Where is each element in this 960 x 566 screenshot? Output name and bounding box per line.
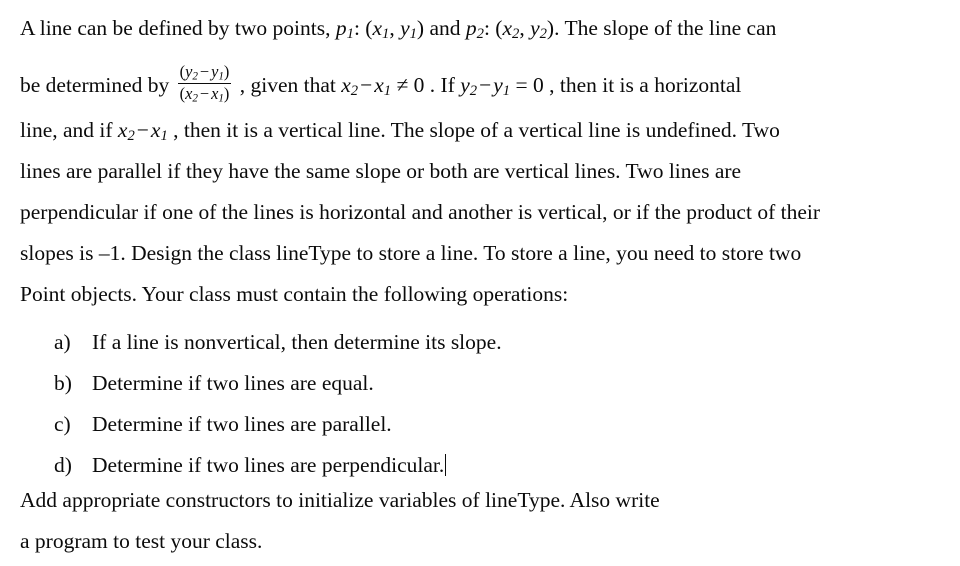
minus-operator: − — [136, 118, 149, 142]
closing-line-2: a program to test your class. — [20, 529, 263, 553]
list-item-marker: d) — [54, 453, 72, 477]
math-p2: p2 — [465, 16, 484, 43]
text-run: : ( — [483, 16, 503, 40]
list-item: b) Determine if two lines are equal. — [0, 363, 930, 404]
text-run: , given that — [234, 72, 342, 97]
paragraph-line-7: Point objects. Your class must contain t… — [20, 282, 569, 306]
minus-operator: − — [479, 72, 492, 97]
math-x1: x1 — [374, 72, 392, 100]
text-run: be determined by — [20, 72, 175, 97]
text-run: ). The slope of the line can — [546, 16, 777, 40]
text-run: ) and — [416, 16, 466, 40]
paragraph-line-1: A line can be defined by two points, p1:… — [20, 16, 777, 43]
operations-list: a) If a line is nonvertical, then determ… — [0, 322, 930, 486]
list-item: d) Determine if two lines are perpendicu… — [0, 445, 930, 486]
text-cursor-caret — [445, 454, 447, 477]
text-run: , — [519, 16, 531, 40]
math-y1: y1 — [400, 16, 417, 43]
list-item-marker: a) — [54, 330, 71, 354]
math-y2: y2 — [530, 16, 547, 43]
minus-operator: − — [360, 72, 373, 97]
text-run: , then it is a vertical line. The slope … — [167, 118, 780, 142]
list-item: a) If a line is nonvertical, then determ… — [0, 322, 930, 363]
list-item-label: Determine if two lines are perpendicular… — [92, 445, 447, 486]
math-x1: x1 — [372, 16, 390, 43]
text-run: , — [389, 16, 401, 40]
list-item-label: Determine if two lines are parallel. — [92, 412, 392, 436]
text-run: line, and if — [20, 118, 118, 142]
list-item: c) Determine if two lines are parallel. — [0, 404, 930, 445]
list-item-marker: b) — [54, 371, 72, 395]
document-body: A line can be defined by two points, p1:… — [0, 0, 960, 566]
math-y1: y1 — [493, 72, 511, 100]
closing-line-1: Add appropriate constructors to initiali… — [20, 488, 660, 512]
math-x2: x2 — [117, 118, 135, 145]
list-item-label: Determine if two lines are equal. — [92, 371, 374, 395]
paragraph-line-6: slopes is –1. Design the class lineType … — [20, 241, 802, 265]
slope-fraction: (y2− y1) (x2− x1) — [177, 62, 232, 105]
paragraph-line-3: line, and if x2−x1 , then it is a vertic… — [20, 118, 780, 145]
text-run: ≠ 0 . If — [391, 72, 461, 97]
paragraph-line-2: be determined by (y2− y1) (x2− x1) , given … — [20, 62, 742, 106]
math-x2: x2 — [502, 16, 520, 43]
paragraph-line-4: lines are parallel if they have the same… — [20, 159, 742, 183]
paragraph-line-5: perpendicular if one of the lines is hor… — [20, 200, 821, 224]
math-p1: p1 — [335, 16, 354, 43]
fraction-denominator: (x2− x1) — [177, 83, 232, 105]
list-item-text: Determine if two lines are perpendicular… — [92, 453, 445, 477]
math-x1: x1 — [150, 118, 168, 145]
text-run: : ( — [353, 16, 373, 40]
list-item-label: If a line is nonvertical, then determine… — [92, 330, 502, 354]
fraction-numerator: (y2− y1) — [179, 62, 230, 83]
math-y2: y2 — [460, 72, 478, 100]
text-run: = 0 , then it is a horizontal — [510, 72, 742, 97]
text-run: A line can be defined by two points, — [20, 16, 336, 40]
list-item-marker: c) — [54, 412, 71, 436]
math-x2: x2 — [341, 72, 359, 100]
